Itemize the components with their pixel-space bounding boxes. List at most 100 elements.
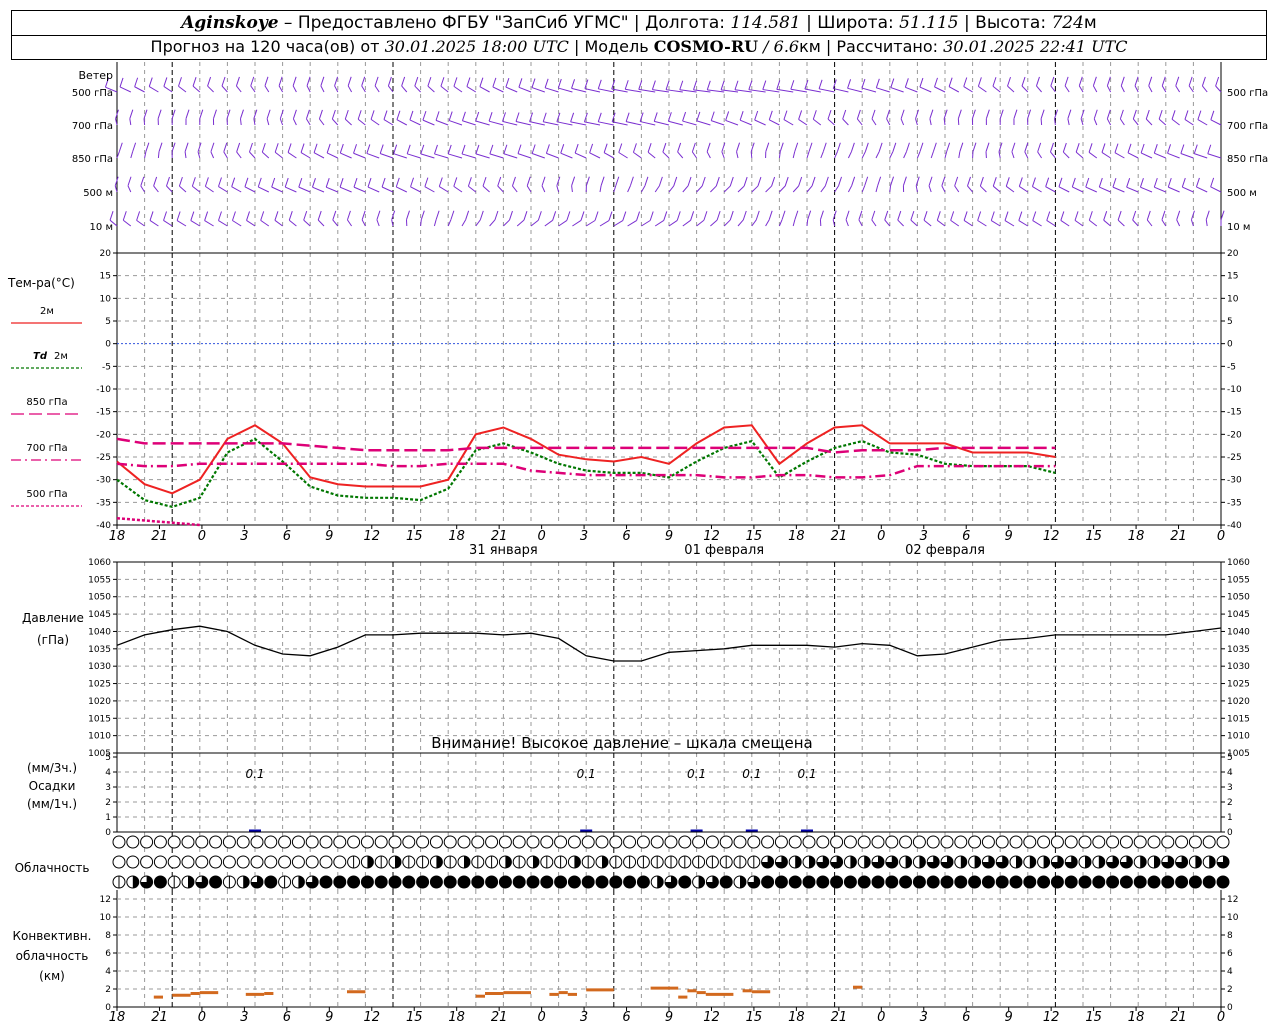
wind-barb-feather: [1093, 109, 1098, 119]
wind-barb: [1132, 219, 1139, 227]
wind-barb-feather: [977, 211, 982, 221]
wind-barb-feather: [207, 76, 212, 87]
cloud-symbol-fill: [1140, 856, 1147, 868]
y-tick-label-left: 1020: [88, 697, 111, 707]
cloud-symbol-fill: [960, 856, 967, 868]
wind-barb: [122, 219, 132, 227]
wind-barb: [210, 151, 215, 159]
wind-barb-feather: [742, 210, 747, 221]
wind-barb: [1145, 118, 1153, 126]
wind-barb: [871, 118, 877, 126]
wind-barb: [627, 185, 631, 193]
cloud-symbol: [581, 835, 595, 849]
wind-barb-feather: [274, 211, 279, 221]
cloud-symbol: [1009, 835, 1023, 849]
wind-barb: [1018, 220, 1029, 227]
y-tick-label-left: 5: [105, 317, 111, 327]
wind-barb: [818, 88, 835, 93]
wind-barb-feather: [1101, 143, 1106, 153]
wind-barb: [792, 219, 796, 227]
cloud-symbol-fill: [154, 876, 167, 888]
cloud-symbol: [485, 835, 499, 849]
wind-barb: [278, 85, 284, 93]
y-tick-label-right: 1040: [1227, 627, 1250, 637]
wind-barb: [1126, 186, 1139, 193]
wind-barb: [1075, 151, 1084, 159]
wind-barb: [876, 87, 890, 93]
y-tick-label-right: 1020: [1227, 697, 1250, 707]
wind-barb: [149, 220, 159, 227]
time-axis-mid: 18 21 0 3 6 9 12 15 18 21 0 3 6 9 12 15 18 21 0 3 6 9 12 15 18 21…: [109, 525, 1225, 544]
wind-barb-feather: [1062, 142, 1067, 153]
temp-title: Тем-ра(°C): [7, 276, 75, 290]
time-tick-label: 18: [1128, 1010, 1145, 1024]
wind-barb-feather: [808, 142, 813, 152]
wind-barb-feather: [647, 143, 652, 153]
wind-barb-feather: [819, 210, 824, 220]
wind-barb: [1060, 220, 1070, 227]
cloud-symbol: [567, 835, 581, 849]
wind-barb-feather: [877, 176, 882, 186]
day-labels: 31 января 01 февраля 02 февраля: [469, 543, 985, 558]
cloud-symbol-fill: [885, 876, 898, 888]
wind-barb: [1019, 186, 1029, 193]
wind-barb: [261, 151, 270, 159]
wind-barb: [890, 87, 904, 93]
wind-barb: [723, 185, 731, 193]
wind-barb: [1188, 85, 1194, 93]
wind-barb: [558, 219, 568, 227]
cloud-symbol: [305, 855, 319, 869]
time-tick-label: 18: [109, 1010, 126, 1024]
cloud-symbol-fill: [1209, 856, 1216, 868]
wind-barb-feather: [985, 142, 990, 152]
cloud-symbol: [209, 835, 223, 849]
cloud-symbol-fill: [954, 876, 967, 888]
wind-barb-feather: [725, 111, 730, 121]
wind-barb: [1205, 219, 1208, 227]
y-tick-label-right: 4: [1227, 967, 1233, 977]
wind-barb-feather: [448, 111, 453, 121]
cloud-symbol: [291, 835, 305, 849]
wind-barb-feather: [210, 142, 215, 152]
wind-barb: [207, 85, 214, 93]
y-tick-label-left: -10: [96, 385, 111, 395]
cloud-symbol: [250, 835, 264, 849]
wind-barb: [1171, 118, 1180, 126]
cloud-symbol-fill: [789, 876, 802, 888]
wind-barb: [541, 185, 546, 193]
cloud-symbol-fill: [1217, 876, 1229, 888]
wind-barb-feather: [515, 112, 520, 122]
wind-barb-feather: [706, 142, 711, 152]
wind-barb: [1089, 219, 1098, 227]
wind-barb-feather: [651, 80, 656, 90]
wind-barb-feather: [292, 76, 297, 86]
precip-bar: [249, 829, 261, 832]
wind-barb-feather: [878, 142, 883, 152]
wind-barb-feather: [836, 142, 841, 152]
wind-barb-feather: [353, 144, 358, 154]
wind-barb-feather: [706, 80, 711, 91]
cloud-symbol: [1133, 835, 1147, 849]
wind-barb: [710, 219, 718, 227]
wind-barb-feather: [1205, 210, 1210, 220]
wind-barb: [963, 220, 973, 227]
wind-barb-feather: [479, 77, 484, 87]
cloud-symbol: [457, 835, 471, 849]
wind-barb-feather: [1161, 210, 1166, 221]
wind-barb-feather: [326, 143, 331, 154]
wind-barb: [1067, 118, 1070, 126]
wind-barb-feather: [1193, 144, 1198, 154]
wind-barb: [1168, 186, 1180, 193]
wind-barb-feather: [762, 80, 767, 90]
wind-barb-feather: [1011, 142, 1016, 152]
wind-barb-feather: [244, 177, 249, 187]
wind-barb: [190, 220, 201, 227]
wind-barb-feather: [990, 211, 995, 221]
wind-barb-feather: [715, 176, 720, 187]
wind-barb-feather: [1210, 177, 1215, 188]
wind-barb-feather: [1088, 211, 1093, 221]
wind-barb: [1119, 118, 1125, 126]
wind-barb: [374, 85, 380, 93]
wind-barb: [244, 186, 256, 193]
wind-barb-feather: [511, 176, 516, 187]
